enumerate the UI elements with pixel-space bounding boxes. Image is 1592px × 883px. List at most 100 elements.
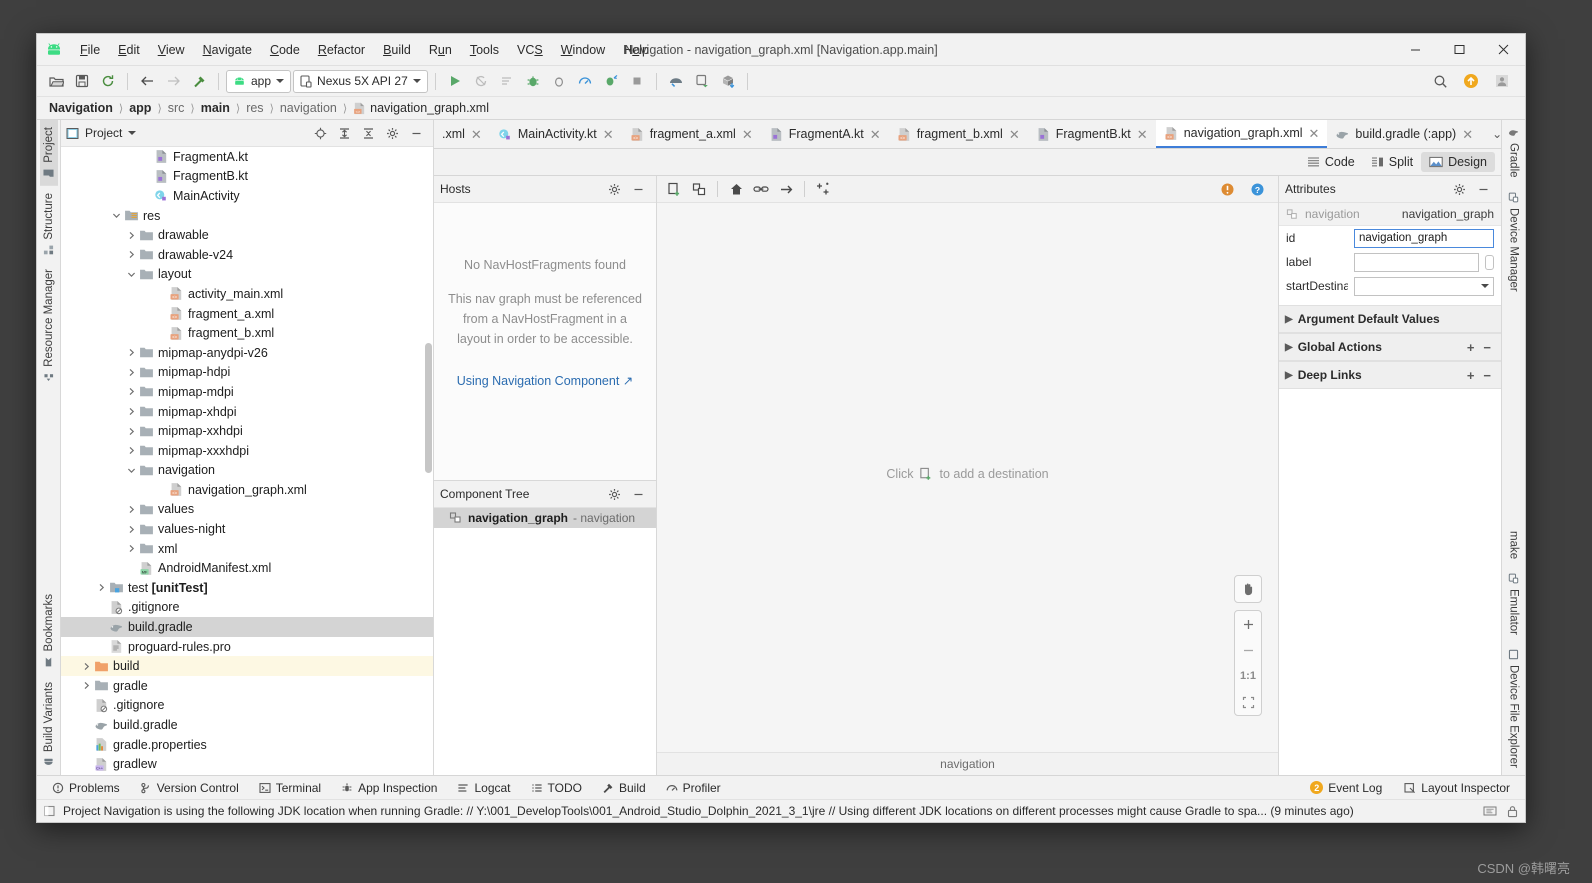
chevron-right-icon[interactable] <box>80 679 93 692</box>
tree-row[interactable]: proguard-rules.pro <box>61 637 433 657</box>
breadcrumb-item-6[interactable]: <> navigation_graph.xml <box>349 101 493 115</box>
tree-row[interactable]: drawable-v24 <box>61 245 433 265</box>
hosts-settings-button[interactable] <box>605 180 623 198</box>
apply-changes-button[interactable] <box>469 70 493 92</box>
tree-row[interactable]: <> navigation_graph.xml <box>61 480 433 500</box>
menu-item-view[interactable]: View <box>149 40 194 60</box>
project-tree-scrollbar[interactable] <box>425 343 432 473</box>
deep-links-add-button[interactable]: + <box>1467 368 1475 383</box>
pan-tool-button[interactable] <box>1234 575 1262 603</box>
memory-indicator-icon[interactable] <box>1483 805 1497 817</box>
editor-tab[interactable]: FragmentA.kt ✕ <box>761 120 889 148</box>
tree-row[interactable]: mipmap-hdpi <box>61 363 433 383</box>
chevron-right-icon[interactable] <box>125 503 138 516</box>
add-action-button[interactable] <box>750 179 772 200</box>
zoom-actual-size-button[interactable]: 1:1 <box>1235 663 1261 689</box>
bottom-tab-layout-inspector[interactable]: Layout Inspector <box>1395 779 1519 797</box>
tree-row[interactable]: MF AndroidManifest.xml <box>61 558 433 578</box>
run-button[interactable] <box>443 70 467 92</box>
bottom-tab-version-control[interactable]: Version Control <box>131 779 248 797</box>
breadcrumb-item-4[interactable]: res <box>242 101 267 115</box>
chevron-right-icon[interactable] <box>125 248 138 261</box>
issue-indicator-button[interactable] <box>1216 179 1238 200</box>
attributes-section-argument-default-values[interactable]: ▶ Argument Default Values <box>1279 305 1501 333</box>
bottom-tab-problems[interactable]: Problems <box>43 779 129 797</box>
tree-row[interactable]: <> fragment_b.xml <box>61 323 433 343</box>
attributes-section-global-actions[interactable]: ▶ Global Actions + − <box>1279 333 1501 361</box>
attach-debugger-button[interactable] <box>547 70 571 92</box>
breadcrumb-item-2[interactable]: src <box>164 101 189 115</box>
open-folder-button[interactable] <box>44 70 68 92</box>
tree-row[interactable]: gradlew.bat <box>61 774 433 775</box>
tab-split-view[interactable]: Split <box>1363 152 1421 172</box>
close-icon[interactable]: ✕ <box>1008 128 1021 141</box>
tree-row[interactable]: build.gradle <box>61 715 433 735</box>
sidebar-item-emulator[interactable]: Emulator <box>1505 566 1523 642</box>
module-selector[interactable]: app <box>226 69 292 93</box>
zoom-in-button[interactable] <box>1235 611 1261 637</box>
chevron-right-icon[interactable] <box>125 229 138 242</box>
bottom-tab-todo[interactable]: TODO <box>522 779 591 797</box>
chevron-right-icon[interactable] <box>125 385 138 398</box>
device-selector[interactable]: Nexus 5X API 27 <box>293 69 428 93</box>
new-destination-button[interactable] <box>663 179 685 200</box>
breadcrumb-item-5[interactable]: navigation <box>276 101 341 115</box>
attribute-resource-picker[interactable] <box>1485 254 1494 270</box>
sidebar-item-gradle[interactable]: Gradle <box>1505 120 1523 185</box>
navigation-canvas[interactable]: Click to add a destination 1:1 <box>657 203 1278 752</box>
component-tree-hide-button[interactable] <box>629 485 647 503</box>
tab-design-view[interactable]: Design <box>1421 152 1495 172</box>
tree-row[interactable]: <> activity_main.xml <box>61 284 433 304</box>
menu-item-navigate[interactable]: Navigate <box>194 40 261 60</box>
tree-row[interactable]: res <box>61 206 433 226</box>
scroll-from-source-button[interactable] <box>311 124 329 142</box>
attribute-select-start-destination[interactable] <box>1354 276 1494 296</box>
bottom-tab-app-inspection[interactable]: App Inspection <box>332 779 446 797</box>
chevron-right-icon[interactable] <box>125 405 138 418</box>
component-tree-settings-button[interactable] <box>605 485 623 503</box>
chevron-right-icon[interactable] <box>125 366 138 379</box>
tree-row[interactable]: FragmentB.kt <box>61 167 433 187</box>
tree-row[interactable]: test [unitTest] <box>61 578 433 598</box>
sync-project-button[interactable] <box>96 70 120 92</box>
editor-tab[interactable]: <> fragment_a.xml ✕ <box>622 120 761 148</box>
editor-tab[interactable]: <> fragment_b.xml ✕ <box>889 120 1028 148</box>
sidebar-item-resource-manager[interactable]: Resource Manager <box>40 262 58 390</box>
menu-item-run[interactable]: Run <box>420 40 461 60</box>
close-icon[interactable]: ✕ <box>1308 127 1321 140</box>
menu-item-tools[interactable]: Tools <box>461 40 508 60</box>
device-manager-button[interactable] <box>690 70 714 92</box>
menu-item-code[interactable]: Code <box>261 40 309 60</box>
sidebar-item-build-variants[interactable]: Build Variants <box>40 675 58 775</box>
tree-row[interactable]: FragmentA.kt <box>61 147 433 167</box>
global-actions-remove-button[interactable]: − <box>1483 340 1491 355</box>
attribute-input-label[interactable] <box>1354 252 1479 272</box>
breadcrumb-item-3[interactable]: main <box>197 101 234 115</box>
tree-row[interactable]: navigation <box>61 461 433 481</box>
new-nested-graph-button[interactable] <box>688 179 710 200</box>
sidebar-item-device-file-explorer[interactable]: Device File Explorer <box>1505 642 1523 775</box>
tree-row[interactable]: gradle <box>61 676 433 696</box>
menu-item-edit[interactable]: Edit <box>109 40 149 60</box>
attribute-input-id[interactable]: navigation_graph <box>1354 228 1494 248</box>
run-with-coverage-button[interactable] <box>495 70 519 92</box>
menu-item-refactor[interactable]: Refactor <box>309 40 374 60</box>
tree-row[interactable]: mipmap-xxxhdpi <box>61 441 433 461</box>
sidebar-item-device-manager[interactable]: Device Manager <box>1505 185 1523 299</box>
close-icon[interactable]: ✕ <box>741 128 754 141</box>
project-file-tree[interactable]: FragmentA.kt FragmentB.kt MainActivity res d… <box>61 147 433 775</box>
tree-row[interactable]: .gitignore <box>61 598 433 618</box>
maximize-button[interactable] <box>1437 34 1481 65</box>
expand-all-button[interactable] <box>335 124 353 142</box>
editor-tab[interactable]: FragmentB.kt ✕ <box>1028 120 1156 148</box>
chevron-right-icon[interactable] <box>125 542 138 555</box>
sidebar-item-structure[interactable]: Structure <box>40 186 58 263</box>
chevron-right-icon[interactable] <box>125 425 138 438</box>
minimize-button[interactable] <box>1393 34 1437 65</box>
sidebar-item-bookmarks[interactable]: Bookmarks <box>40 587 58 675</box>
menu-item-window[interactable]: Window <box>552 40 614 60</box>
bottom-tab-build[interactable]: Build <box>593 779 655 797</box>
editor-tab[interactable]: build.gradle (:app) ✕ <box>1327 120 1481 148</box>
tree-row[interactable]: layout <box>61 265 433 285</box>
tree-row[interactable]: mipmap-mdpi <box>61 382 433 402</box>
